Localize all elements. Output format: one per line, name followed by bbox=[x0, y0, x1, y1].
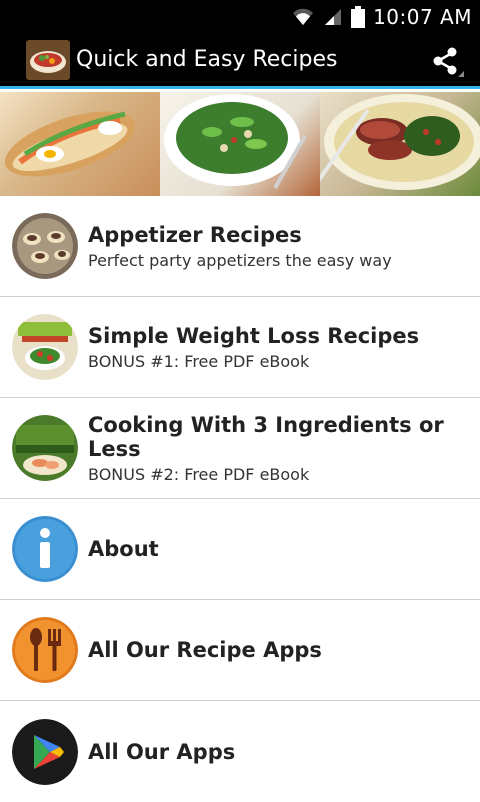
salad-bowl-photo bbox=[160, 92, 320, 196]
menu-item-title: Cooking With 3 Ingredients or Less bbox=[88, 412, 444, 461]
recipe-bowl-icon[interactable] bbox=[26, 39, 70, 80]
play-store-icon bbox=[12, 718, 78, 785]
battery-icon bbox=[351, 5, 366, 28]
menu-item-weight-loss-recipes[interactable]: Simple Weight Loss Recipes BONUS #1: Fre… bbox=[0, 297, 480, 398]
menu-list: Appetizer Recipes Perfect party appetize… bbox=[0, 196, 480, 802]
status-bar: 10:07 AM bbox=[0, 0, 480, 33]
menu-item-subtitle: Perfect party appetizers the easy way bbox=[88, 250, 392, 270]
banner bbox=[0, 92, 480, 196]
menu-item-about[interactable]: About bbox=[0, 499, 480, 600]
menu-item-title: All Our Recipe Apps bbox=[88, 638, 322, 662]
menu-item-title: Simple Weight Loss Recipes bbox=[88, 323, 420, 348]
menu-item-title: All Our Apps bbox=[88, 739, 236, 764]
menu-item-all-apps[interactable]: All Our Apps bbox=[0, 701, 480, 802]
app-title: Quick and Easy Recipes bbox=[76, 47, 338, 72]
menu-item-all-recipe-apps[interactable]: All Our Recipe Apps bbox=[0, 600, 480, 701]
signal-icon bbox=[323, 7, 343, 27]
menu-item-title: Appetizer Recipes bbox=[88, 222, 302, 247]
appetizer-thumb bbox=[12, 213, 78, 279]
menu-item-appetizer-recipes[interactable]: Appetizer Recipes Perfect party appetize… bbox=[0, 196, 480, 297]
steak-greens-photo bbox=[320, 92, 480, 196]
wifi-icon bbox=[291, 7, 315, 27]
menu-item-subtitle: BONUS #1: Free PDF eBook bbox=[88, 351, 310, 371]
action-bar: Quick and Easy Recipes bbox=[0, 33, 480, 89]
cooking-ebook-thumb bbox=[12, 415, 78, 481]
menu-item-title: About bbox=[88, 537, 159, 561]
fork-spoon-icon bbox=[12, 617, 78, 683]
sandwich-photo bbox=[0, 92, 160, 196]
share-icon[interactable] bbox=[428, 43, 466, 79]
menu-item-cooking-3-ingredients[interactable]: Cooking With 3 Ingredients or Less BONUS… bbox=[0, 398, 480, 499]
info-icon bbox=[12, 516, 78, 582]
menu-item-subtitle: BONUS #2: Free PDF eBook bbox=[88, 464, 310, 484]
clock: 10:07 AM bbox=[373, 4, 472, 29]
weight-loss-ebook-thumb bbox=[12, 314, 78, 380]
